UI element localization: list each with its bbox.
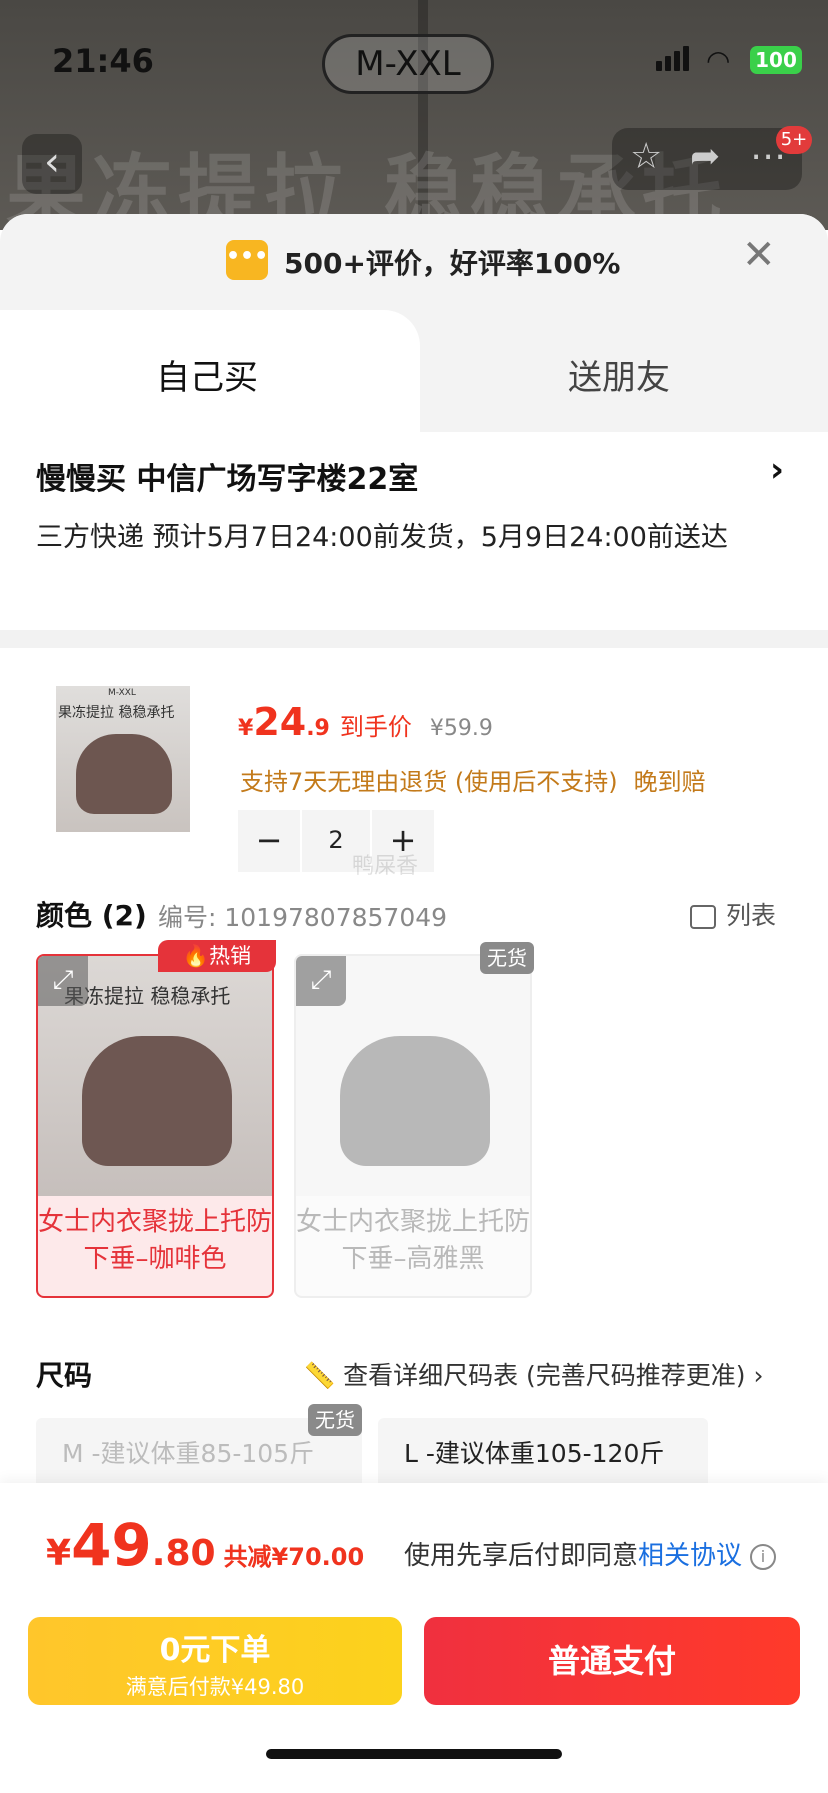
battery-icon: 100 <box>750 46 802 74</box>
tab-gift[interactable]: 送朋友 <box>568 350 670 399</box>
hot-sale-badge: 🔥热销 <box>158 940 276 972</box>
price-integer: 24 <box>253 700 307 744</box>
return-policy: 支持7天无理由退货 (使用后不支持) 晚到赔 <box>240 762 706 797</box>
out-of-stock-badge: 无货 <box>480 942 534 974</box>
delivery-address[interactable]: 慢慢买 中信广场写字楼22室 <box>36 454 418 498</box>
cellular-signal-icon <box>656 46 692 71</box>
product-image <box>76 734 172 814</box>
zero-down-subtitle: 满意后付款¥49.80 <box>125 1675 305 1699</box>
status-time: 21:46 <box>52 42 154 80</box>
purchase-tabs: 自己买 送朋友 <box>0 310 828 432</box>
agreement-prefix: 使用先享后付即同意 <box>404 1541 639 1571</box>
original-price: ¥59.9 <box>429 716 493 741</box>
late-compensation: 晚到赔 <box>633 768 706 796</box>
info-icon[interactable]: i <box>750 1543 777 1570</box>
wifi-icon: ◠ <box>706 44 731 77</box>
tab-buy-self-label: 自己买 <box>156 358 258 398</box>
list-view-label: 列表 <box>726 901 777 930</box>
list-icon <box>690 905 716 929</box>
product-thumbnail[interactable]: M-XXL 果冻提拉 稳稳承托 <box>56 686 190 832</box>
chat-bubble-icon: ••• <box>226 240 268 280</box>
size-chart-label: 查看详细尺码表 (完善尺码推荐更准) <box>343 1361 746 1390</box>
total-reduction: 共减¥70.00 <box>223 1543 365 1571</box>
price-decimal: .9 <box>306 716 330 741</box>
review-bar: ••• 500+评价，好评率100% ✕ <box>0 214 828 314</box>
home-indicator <box>266 1749 562 1759</box>
color-option-coffee[interactable]: 果冻提拉 稳稳承托 ⤢ 女士内衣聚拢上托防下垂–咖啡色 <box>36 954 274 1298</box>
thumb-text: 果冻提拉 稳稳承托 <box>58 705 175 721</box>
total-integer: 49 <box>71 1511 152 1579</box>
notification-badge: 5+ <box>776 126 812 154</box>
product-code: 编号: 10197807857049 <box>158 903 448 932</box>
chevron-right-icon[interactable]: › <box>770 450 784 490</box>
size-option-l[interactable]: L -建议体重105-120斤 <box>378 1418 708 1490</box>
color-option-name: 女士内衣聚拢上托防下垂–高雅黑 <box>296 1207 531 1274</box>
agreement-notice: 使用先享后付即同意相关协议 i <box>404 1535 777 1572</box>
color-option-name: 女士内衣聚拢上托防下垂–咖啡色 <box>38 1207 273 1274</box>
back-button[interactable]: ‹ <box>22 134 82 194</box>
review-summary: 500+评价，好评率100% <box>284 247 621 280</box>
hot-sale-label: 热销 <box>209 944 252 968</box>
section-divider <box>0 630 828 648</box>
favorite-star-icon[interactable]: ☆ <box>630 136 662 177</box>
total-decimal: .80 <box>151 1533 216 1574</box>
normal-pay-button[interactable]: 普通支付 <box>424 1617 800 1705</box>
total-symbol: ¥ <box>46 1533 72 1574</box>
size-range-pill: M-XXL <box>322 34 494 94</box>
close-icon[interactable]: ✕ <box>742 232 776 278</box>
color-option-black[interactable]: ⤢ 女士内衣聚拢上托防下垂–高雅黑 <box>294 954 532 1298</box>
agreement-link[interactable]: 相关协议 <box>638 1541 742 1571</box>
zero-down-title: 0元下单 <box>159 1633 271 1668</box>
expand-icon[interactable]: ⤢ <box>296 956 346 1006</box>
zero-down-order-button[interactable]: 0元下单 满意后付款¥49.80 <box>28 1617 402 1705</box>
color-option-image-text: 果冻提拉 稳稳承托 <box>64 984 231 1008</box>
status-bar: 21:46 M-XXL ◠ 100 <box>0 34 828 94</box>
shipping-estimate: 三方快递 预计5月7日24:00前发货，5月9日24:00前送达 <box>36 522 728 553</box>
ruler-icon: 📏 <box>304 1361 336 1390</box>
product-image <box>82 1036 232 1166</box>
price-symbol: ¥ <box>238 716 254 741</box>
size-chart-link[interactable]: 📏 查看详细尺码表 (完善尺码推荐更准) › <box>304 1356 764 1392</box>
tab-buy-self[interactable]: 自己买 <box>0 310 420 432</box>
expand-icon[interactable]: ⤢ <box>38 956 88 1006</box>
price-row: ¥24.9 到手价 ¥59.9 <box>238 700 493 744</box>
list-view-toggle[interactable]: 列表 <box>690 896 776 932</box>
checkout-footer: ¥49.80 共减¥70.00 使用先享后付即同意相关协议 i 0元下单 满意后付款… <box>0 1483 828 1793</box>
header-actions: ☆ ➦ ⋯ <box>612 128 802 190</box>
color-section-title: 颜色 (2) <box>36 899 147 932</box>
chevron-right-icon: › <box>753 1361 764 1390</box>
out-of-stock-badge: 无货 <box>308 1404 362 1436</box>
size-section-title: 尺码 <box>36 1359 93 1392</box>
return-policy-text: 支持7天无理由退货 (使用后不支持) <box>240 768 618 796</box>
product-image <box>340 1036 490 1166</box>
watermark-text: 鸭屎香 <box>352 854 419 879</box>
price-label: 到手价 <box>339 713 412 741</box>
decrease-button[interactable]: − <box>238 810 300 872</box>
total-price: ¥49.80 共减¥70.00 <box>46 1511 364 1579</box>
thumb-size-mark: M-XXL <box>108 688 136 698</box>
share-icon[interactable]: ➦ <box>690 136 720 177</box>
